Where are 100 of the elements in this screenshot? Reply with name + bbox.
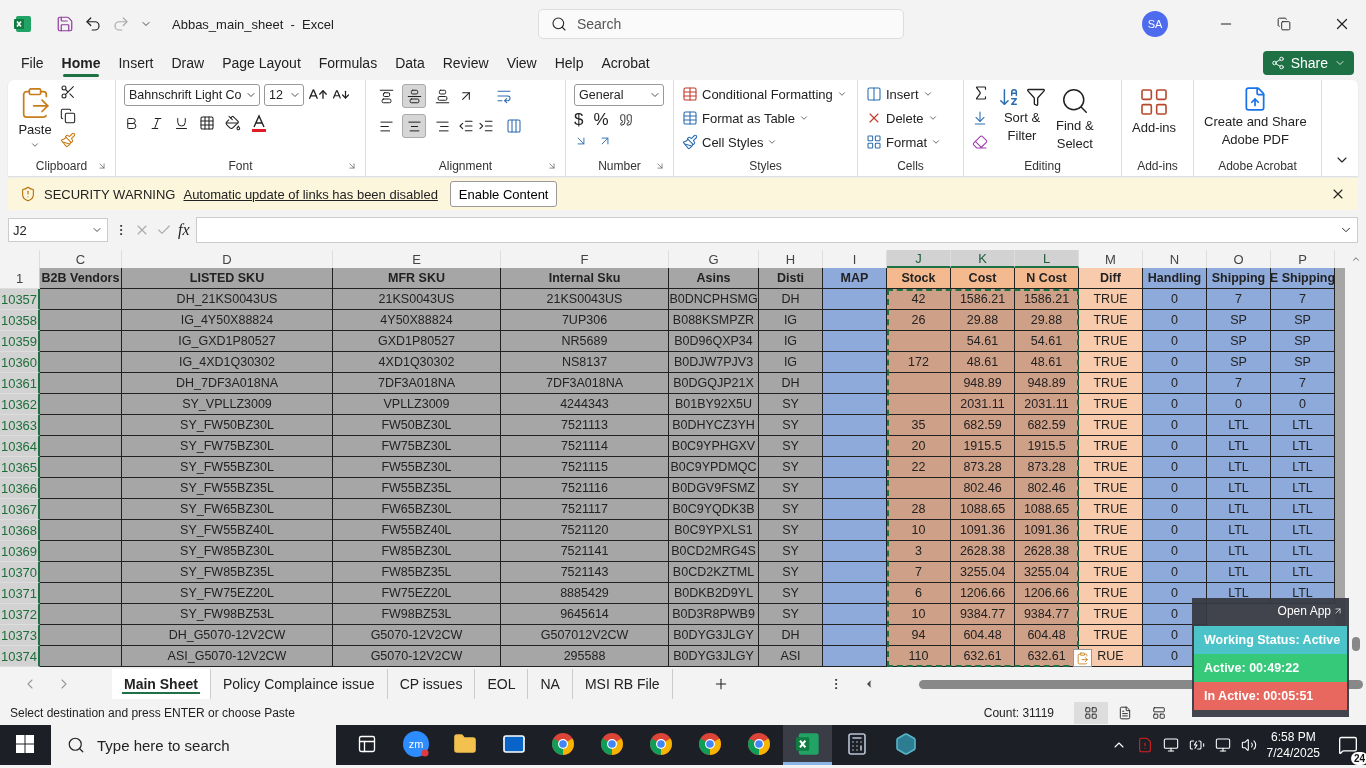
row-header[interactable]: 10369 xyxy=(0,541,40,562)
find-select-button[interactable]: Find & Select xyxy=(1054,84,1096,156)
open-app-link[interactable]: Open App xyxy=(1277,604,1343,618)
column-header[interactable]: P xyxy=(1271,250,1335,268)
row-header[interactable]: 10366 xyxy=(0,478,40,499)
row-header[interactable]: 10360 xyxy=(0,352,40,373)
menu-tab[interactable]: Acrobat xyxy=(592,51,659,75)
menu-tab[interactable]: Help xyxy=(545,51,593,75)
scrollbar-thumb[interactable] xyxy=(1351,637,1360,651)
add-ins-button[interactable]: Add-ins xyxy=(1130,84,1179,156)
sheet-tab[interactable]: CP issues xyxy=(387,669,476,699)
user-avatar[interactable]: SA xyxy=(1142,11,1168,37)
sheet-tab[interactable]: EOL xyxy=(475,669,529,699)
menu-tab[interactable]: Review xyxy=(433,51,498,75)
menu-tab[interactable]: View xyxy=(497,51,546,75)
font-name-field[interactable]: Bahnschrift Light Co xyxy=(124,84,260,106)
network-icon[interactable] xyxy=(1214,737,1231,753)
task-view-icon[interactable] xyxy=(356,733,377,754)
menu-tab[interactable]: Page Layout xyxy=(213,51,310,75)
excel-logo-icon[interactable] xyxy=(14,15,32,33)
column-header[interactable]: C xyxy=(40,250,122,268)
browser-icon[interactable] xyxy=(697,731,722,756)
menu-tab[interactable]: Data xyxy=(386,51,434,75)
percent-button[interactable]: % xyxy=(593,110,609,130)
column-header[interactable]: H xyxy=(759,250,823,268)
column-header[interactable]: O xyxy=(1207,250,1271,268)
dialog-launcher-icon[interactable] xyxy=(547,161,557,171)
function-button[interactable]: fx xyxy=(178,221,190,239)
browser-icon[interactable] xyxy=(746,731,771,756)
browser-icon[interactable] xyxy=(599,731,624,756)
enable-content-button[interactable]: Enable Content xyxy=(449,181,558,207)
underline-icon[interactable] xyxy=(174,115,189,131)
column-header[interactable]: I xyxy=(823,250,887,268)
search-field[interactable]: Search xyxy=(537,9,904,39)
sheet-tab[interactable]: NA xyxy=(528,669,573,699)
paste-button[interactable]: Paste xyxy=(16,84,54,156)
row-header[interactable]: 10370 xyxy=(0,562,40,583)
dialog-launcher-icon[interactable] xyxy=(655,161,665,171)
row-header[interactable]: 10372 xyxy=(0,604,40,625)
name-box[interactable]: J2 xyxy=(8,218,108,242)
fill-color-icon[interactable] xyxy=(225,115,241,131)
column-header[interactable]: M xyxy=(1079,250,1143,268)
column-header[interactable]: E xyxy=(333,250,501,268)
paste-options-button[interactable] xyxy=(1073,649,1092,667)
sheet-tab[interactable]: Policy Complaince issue xyxy=(210,669,388,699)
dialog-launcher-icon[interactable] xyxy=(97,161,107,171)
italic-icon[interactable] xyxy=(149,115,164,131)
cells-menu-button[interactable]: Insert xyxy=(866,84,942,104)
undo-icon[interactable] xyxy=(84,15,102,33)
share-button[interactable]: Share xyxy=(1262,51,1354,75)
bold-icon[interactable] xyxy=(124,115,139,131)
create-pdf-button[interactable]: Create and Share Adobe PDF xyxy=(1202,84,1309,156)
copy-icon[interactable] xyxy=(60,108,76,124)
normal-view-button[interactable] xyxy=(1074,702,1108,724)
cut-icon[interactable] xyxy=(60,84,76,100)
styles-menu-button[interactable]: Format as Table xyxy=(682,108,847,128)
number-format-field[interactable]: General xyxy=(574,84,664,106)
column-header[interactable]: D xyxy=(122,250,333,268)
browser-icon[interactable] xyxy=(648,731,673,756)
hexagon-icon[interactable] xyxy=(893,731,918,756)
styles-menu-button[interactable]: Conditional Formatting xyxy=(682,84,847,104)
dialog-launcher-icon[interactable] xyxy=(347,161,357,171)
comma-style-icon[interactable] xyxy=(618,113,633,127)
volume-icon[interactable] xyxy=(1240,737,1257,753)
taskbar-search-field[interactable]: Type here to search xyxy=(51,725,336,765)
currency-button[interactable]: $ xyxy=(574,110,584,130)
column-header[interactable]: J xyxy=(887,250,951,268)
row-header[interactable]: 1 xyxy=(0,268,40,289)
excel-logo-icon[interactable] xyxy=(795,731,820,756)
row-header[interactable]: 10374 xyxy=(0,646,40,667)
row-header[interactable]: 10368 xyxy=(0,520,40,541)
shield-warning-icon[interactable] xyxy=(20,186,36,202)
menu-tab[interactable]: Insert xyxy=(109,51,163,75)
battery-icon[interactable] xyxy=(1188,737,1205,753)
sheet-tab[interactable]: Main Sheet xyxy=(112,669,211,699)
merge-center-icon[interactable] xyxy=(506,118,522,134)
cells-menu-button[interactable]: Format xyxy=(866,132,942,152)
row-header[interactable]: 10367 xyxy=(0,499,40,520)
scroll-up-icon[interactable] xyxy=(1350,254,1361,264)
row-header[interactable]: 10362 xyxy=(0,394,40,415)
cells-menu-button[interactable]: Delete xyxy=(866,108,942,128)
font-size-field[interactable]: 12 xyxy=(264,84,304,106)
save-icon[interactable] xyxy=(56,15,74,33)
row-header[interactable]: 10371 xyxy=(0,583,40,604)
wrap-text-icon[interactable] xyxy=(496,88,512,104)
column-header[interactable]: G xyxy=(669,250,759,268)
column-header[interactable]: K xyxy=(951,250,1015,268)
fill-icon[interactable] xyxy=(972,110,988,126)
increase-indent-icon[interactable] xyxy=(478,118,494,134)
font-color-icon[interactable] xyxy=(251,114,267,132)
restore-icon[interactable] xyxy=(1277,17,1291,31)
menu-tab[interactable]: Formulas xyxy=(309,51,387,75)
row-header[interactable]: 10373 xyxy=(0,625,40,646)
menu-tab[interactable]: File xyxy=(12,51,53,75)
row-header[interactable]: 10363 xyxy=(0,415,40,436)
browser-icon[interactable] xyxy=(550,731,575,756)
pdf-icon[interactable] xyxy=(1136,737,1153,753)
row-header[interactable]: 10359 xyxy=(0,331,40,352)
clear-icon[interactable] xyxy=(972,134,988,150)
column-header[interactable]: F xyxy=(501,250,669,268)
